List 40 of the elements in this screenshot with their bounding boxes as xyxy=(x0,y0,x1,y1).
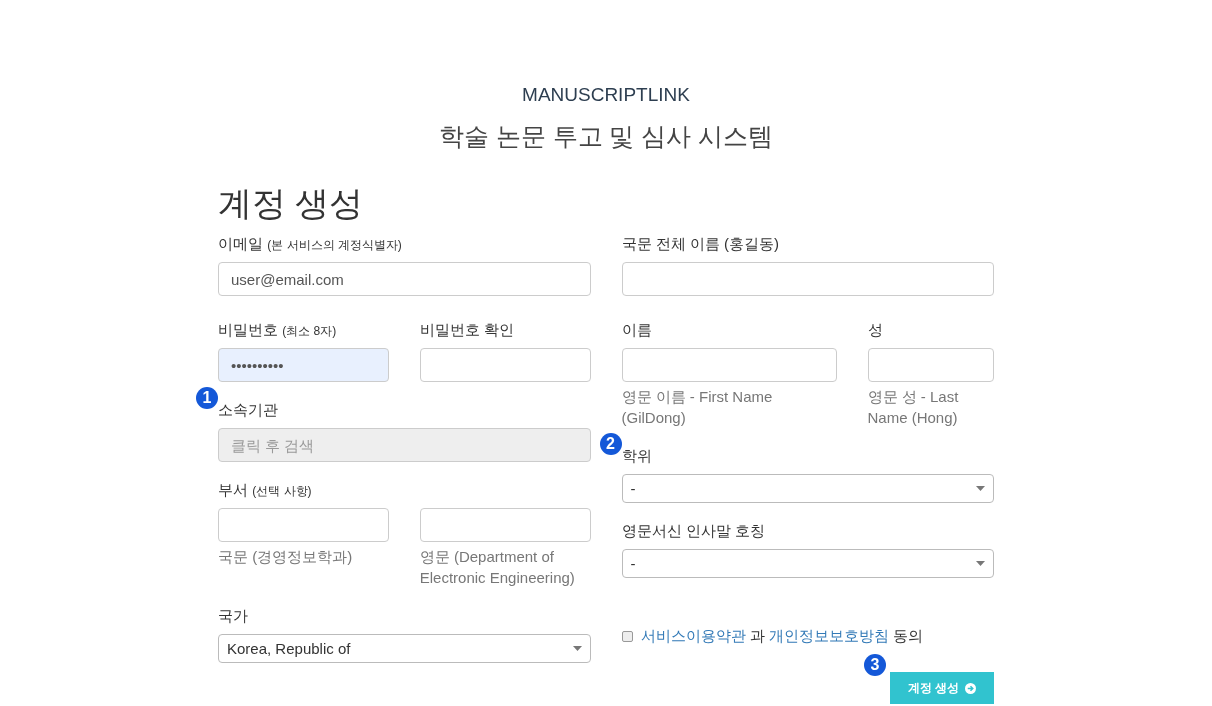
field-label: 성 xyxy=(867,321,883,340)
field-label: 비밀번호 확인 xyxy=(419,321,514,340)
policy-link[interactable]: 서비스이용약관 xyxy=(640,627,746,644)
input-field[interactable] xyxy=(419,348,591,382)
dropdown[interactable]: - xyxy=(621,549,994,578)
step-number-badge: 3 xyxy=(864,654,886,676)
input-field[interactable] xyxy=(419,508,591,542)
consent-text: 서비스이용약관 과 개인정보보호방침 동의 xyxy=(640,627,923,646)
step-number-badge: 1 xyxy=(196,387,218,409)
field-label: 이름 xyxy=(621,321,652,340)
field-label: 비밀번호 (최소 8자) xyxy=(218,321,337,340)
field-hint: 국문 (경영정보학과) xyxy=(218,547,354,567)
input-field[interactable] xyxy=(621,348,837,382)
brand-name: MANUSCRIPTLINK xyxy=(521,84,691,106)
field-hint: 영문 (Department of Electronic Engineering) xyxy=(419,547,576,588)
field-label: 이메일 (본 서비스의 계정식별자) xyxy=(218,235,402,252)
caret-icon xyxy=(976,561,985,566)
page-heading: 계정 생성 xyxy=(218,183,365,224)
field-label: 영문서신 인사말 호칭 xyxy=(621,522,765,539)
site-subtitle: 학술 논문 투고 및 심사 시스템 xyxy=(437,121,775,152)
caret-icon xyxy=(572,646,582,651)
input-field[interactable] xyxy=(621,262,994,296)
caret-icon xyxy=(976,486,985,491)
field-label: 소속기관 xyxy=(218,401,278,418)
input-field[interactable]: user@email.com xyxy=(218,262,591,296)
policy-link[interactable]: 개인정보보호방침 xyxy=(768,627,889,644)
input-field[interactable] xyxy=(218,508,389,542)
field-label: 국가 xyxy=(218,607,248,624)
field-hint: 영문 이름 - First Name (GilDong) xyxy=(621,387,774,428)
dropdown[interactable]: - xyxy=(621,474,994,503)
input-field[interactable]: •••••••••• xyxy=(218,348,389,382)
field-label: 국문 전체 이름 (홍길동) xyxy=(621,235,779,252)
field-hint: 영문 성 - Last Name (Hong) xyxy=(867,387,960,428)
step-number-badge: 2 xyxy=(599,433,622,455)
checkbox[interactable] xyxy=(621,631,633,642)
field-label: 학위 xyxy=(621,447,652,464)
dropdown[interactable]: Korea, Republic of xyxy=(218,634,591,663)
input-field[interactable] xyxy=(867,348,994,382)
field-label: 부서 (선택 사항) xyxy=(218,481,312,498)
arrow-circle-icon xyxy=(965,682,977,694)
